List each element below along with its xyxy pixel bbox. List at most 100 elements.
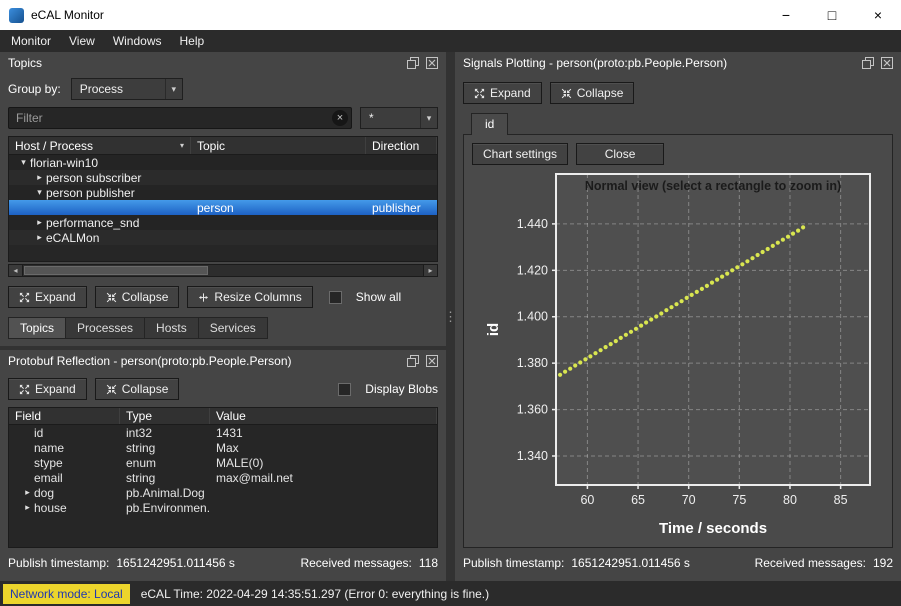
y-axis-label: id [485, 323, 502, 336]
protobuf-panel: Protobuf Reflection - person(proto:pb.Pe… [0, 350, 446, 581]
tab-id[interactable]: id [471, 113, 508, 135]
display-blobs-checkbox[interactable] [338, 383, 351, 396]
scroll-left-icon[interactable]: ◂ [9, 265, 23, 276]
tree-expanded-icon[interactable]: ▾ [33, 187, 46, 198]
collapse-icon [106, 292, 117, 303]
host-process-label: person subscriber [46, 171, 141, 185]
topics-panel-body: Group by: Process ▾ × * ▾ [0, 74, 446, 346]
scrollbar-thumb[interactable] [24, 266, 208, 275]
tab-hosts[interactable]: Hosts [145, 317, 199, 339]
signals-chart[interactable]: 6065707580851.3401.3601.3801.4001.4201.4… [472, 170, 884, 539]
filter-input[interactable] [8, 107, 352, 129]
tab-services[interactable]: Services [199, 317, 268, 339]
network-mode-badge[interactable]: Network mode: Local [3, 584, 130, 604]
protobuf-row[interactable]: idint321431 [9, 425, 437, 440]
protobuf-row[interactable]: emailstringmax@mail.net [9, 470, 437, 485]
button-label: Chart settings [483, 147, 557, 161]
scrollbar-track[interactable] [23, 265, 423, 276]
protobuf-table-body: idint321431namestringMaxstypeenumMALE(0)… [9, 425, 437, 515]
menu-item-view[interactable]: View [60, 31, 104, 51]
show-all-checkbox[interactable] [329, 291, 342, 304]
tree-collapsed-icon[interactable]: ▸ [33, 217, 46, 228]
tab-topics[interactable]: Topics [8, 317, 66, 339]
group-by-select[interactable]: Process ▾ [71, 78, 183, 100]
protobuf-row[interactable]: ▸housepb.Environmen... [9, 500, 437, 515]
field-name: email [34, 471, 63, 485]
column-header-field[interactable]: Field [9, 408, 120, 424]
topic-tree-body: ▾florian-win10▸person subscriber▾person … [9, 155, 437, 261]
maximize-button[interactable]: □ [809, 0, 855, 30]
column-header-direction[interactable]: Direction [366, 137, 437, 154]
menu-item-help[interactable]: Help [171, 31, 214, 51]
protobuf-panel-buttons [406, 355, 438, 368]
field-name: house [34, 501, 67, 515]
expand-button[interactable]: Expand [463, 82, 542, 104]
protobuf-row[interactable]: namestringMax [9, 440, 437, 455]
filter-wrap: × [8, 107, 352, 129]
topic-tree-row[interactable]: ▸performance_snd [9, 215, 437, 230]
close-chart-button[interactable]: Close [576, 143, 664, 165]
svg-text:1.420: 1.420 [517, 263, 548, 277]
protobuf-table: Field Type Value idint321431namestringMa… [8, 407, 438, 548]
publish-timestamp-label: Publish timestamp: [463, 556, 564, 570]
scroll-right-icon[interactable]: ▸ [423, 265, 437, 276]
expand-button[interactable]: Expand [8, 286, 87, 308]
menu-item-windows[interactable]: Windows [104, 31, 171, 51]
topic-tree-row[interactable]: ▸eCALMon [9, 230, 437, 245]
horizontal-scrollbar[interactable]: ◂ ▸ [8, 264, 438, 277]
publish-timestamp-value: 1651242951.011456 s [116, 556, 235, 570]
float-panel-icon[interactable] [861, 57, 874, 70]
topic-tree-row[interactable]: personpublisher [9, 200, 437, 215]
column-header-topic[interactable]: Topic [191, 137, 366, 154]
topic-tree-row[interactable]: ▸person subscriber [9, 170, 437, 185]
button-label: Collapse [577, 86, 624, 100]
host-process-label: eCALMon [46, 231, 99, 245]
cell-value: 1431 [210, 425, 437, 440]
tree-collapsed-icon[interactable]: ▸ [33, 172, 46, 183]
main-area: Topics Group by: Process ▾ [0, 52, 901, 581]
svg-text:75: 75 [732, 493, 746, 507]
group-by-label: Group by: [8, 82, 61, 96]
expand-button[interactable]: Expand [8, 378, 87, 400]
chart-settings-button[interactable]: Chart settings [472, 143, 568, 165]
topic-tree-row[interactable]: ▾florian-win10 [9, 155, 437, 170]
resize-columns-icon [198, 292, 209, 303]
display-blobs-label: Display Blobs [365, 382, 438, 396]
cell-value [210, 500, 437, 515]
tree-expanded-icon[interactable]: ▾ [17, 157, 30, 168]
topics-panel-header: Topics [0, 52, 446, 74]
float-panel-icon[interactable] [406, 57, 419, 70]
menu-item-monitor[interactable]: Monitor [2, 31, 60, 51]
chart-svg: 6065707580851.3401.3601.3801.4001.4201.4… [472, 170, 884, 539]
publish-timestamp-label: Publish timestamp: [8, 556, 109, 570]
column-header-type[interactable]: Type [120, 408, 210, 424]
filter-scope-select[interactable]: * ▾ [360, 107, 438, 129]
tree-collapsed-icon[interactable]: ▸ [21, 502, 34, 513]
collapse-button[interactable]: Collapse [95, 286, 180, 308]
sort-indicator-icon: ▾ [176, 141, 184, 150]
float-panel-icon[interactable] [406, 355, 419, 368]
signals-panel-title: Signals Plotting - person(proto:pb.Peopl… [463, 56, 727, 70]
close-button[interactable]: × [855, 0, 901, 30]
column-header-value[interactable]: Value [210, 408, 437, 424]
clear-filter-icon[interactable]: × [332, 110, 348, 126]
tree-collapsed-icon[interactable]: ▸ [33, 232, 46, 243]
close-panel-icon[interactable] [425, 57, 438, 70]
signals-button-row: Expand Collapse [463, 82, 893, 104]
tree-collapsed-icon[interactable]: ▸ [21, 487, 34, 498]
close-panel-icon[interactable] [425, 355, 438, 368]
protobuf-row[interactable]: stypeenumMALE(0) [9, 455, 437, 470]
collapse-button[interactable]: Collapse [95, 378, 180, 400]
button-label: Collapse [122, 290, 169, 304]
collapse-button[interactable]: Collapse [550, 82, 635, 104]
svg-text:1.360: 1.360 [517, 403, 548, 417]
protobuf-panel-title: Protobuf Reflection - person(proto:pb.Pe… [8, 354, 292, 368]
column-header-host-process[interactable]: Host / Process ▾ [9, 137, 191, 154]
protobuf-row[interactable]: ▸dogpb.Animal.Dog [9, 485, 437, 500]
panel-splitter[interactable]: ⋮ [446, 52, 455, 581]
close-panel-icon[interactable] [880, 57, 893, 70]
minimize-button[interactable]: − [763, 0, 809, 30]
tab-processes[interactable]: Processes [66, 317, 145, 339]
topic-tree-row[interactable]: ▾person publisher [9, 185, 437, 200]
resize-columns-button[interactable]: Resize Columns [187, 286, 312, 308]
